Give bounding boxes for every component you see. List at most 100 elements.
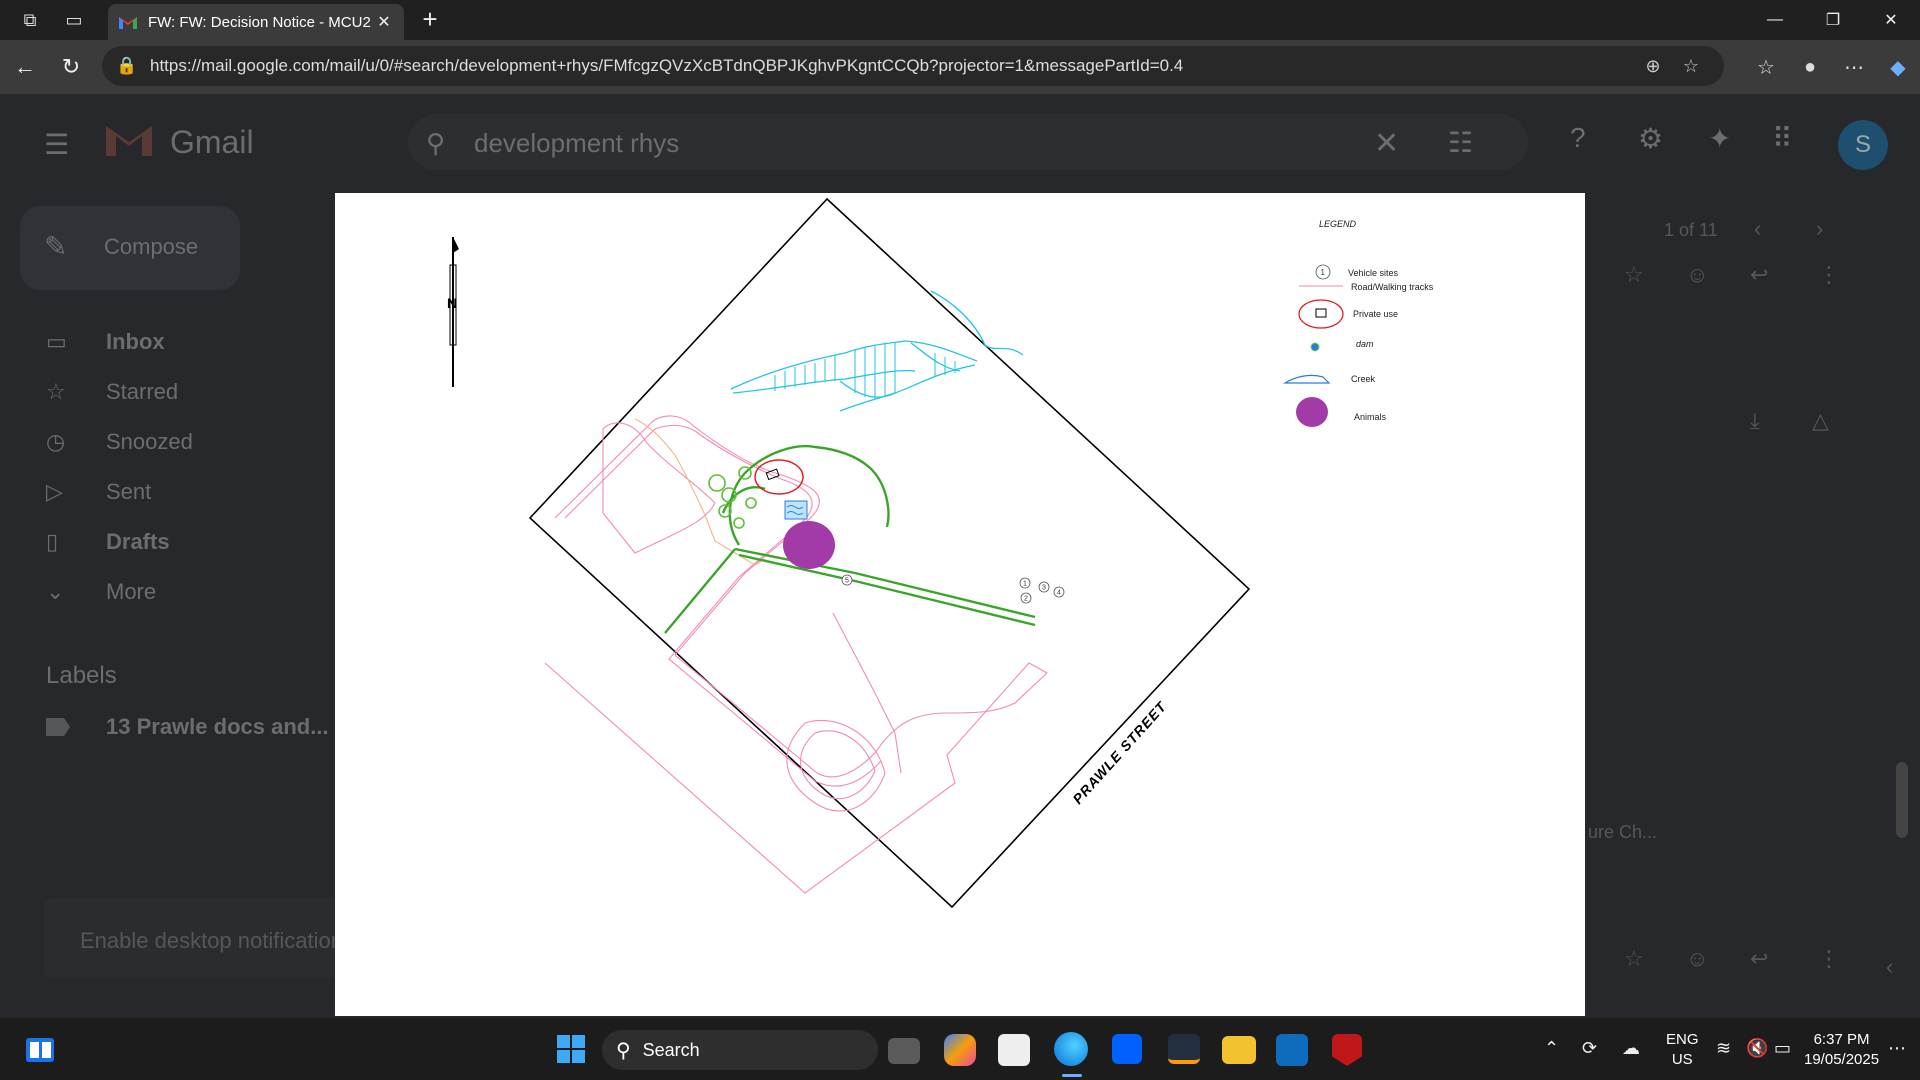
legend-vehicle-sites: Vehicle sites <box>1348 268 1399 278</box>
settings-gear-icon[interactable]: ⚙ <box>1638 122 1663 155</box>
favorite-star-icon[interactable]: ☆ <box>1672 56 1710 77</box>
north-arrow-icon <box>449 237 459 387</box>
sync-icon[interactable]: ⟳ <box>1582 1038 1597 1059</box>
profile-icon[interactable]: ● <box>1788 56 1832 79</box>
collapse-side-panel-icon[interactable]: ‹ <box>1886 954 1893 980</box>
close-tab-icon[interactable]: ✕ <box>374 12 394 32</box>
site-number: 5 <box>845 578 849 585</box>
save-to-drive-icon[interactable]: △ <box>1812 408 1829 434</box>
sidebar-item-more[interactable]: ⌄ More <box>46 572 156 612</box>
more-vert-icon[interactable]: ⋮ <box>1818 262 1840 288</box>
star-icon[interactable]: ☆ <box>1624 262 1644 288</box>
browser-toolbar: ← ↻ 🔒 https://mail.google.com/mail/u/0/#… <box>0 40 1920 94</box>
restore-icon[interactable]: ❐ <box>1804 0 1862 40</box>
show-hidden-icons-icon[interactable]: ⌃ <box>1544 1038 1559 1059</box>
label-item[interactable]: 13 Prawle docs and... <box>46 714 329 740</box>
sidebar-item-starred[interactable]: ☆ Starred <box>46 372 178 412</box>
main-menu-icon[interactable]: ☰ <box>44 128 69 161</box>
minimize-icon[interactable]: — <box>1746 0 1804 40</box>
outlook-icon[interactable] <box>1276 1034 1308 1066</box>
site-number: 3 <box>1042 585 1046 592</box>
search-options-icon[interactable]: ☷ <box>1448 126 1473 159</box>
legend-private-use-symbol <box>1298 299 1344 329</box>
label-name: 13 Prawle docs and... <box>106 714 329 739</box>
windows-start-icon[interactable] <box>555 1033 587 1065</box>
sidebar-item-inbox[interactable]: ▭ Inbox <box>46 322 165 362</box>
amazon-app-icon[interactable] <box>1168 1034 1200 1064</box>
favorites-icon[interactable]: ☆ <box>1744 55 1788 80</box>
new-tab-button[interactable]: + <box>414 4 446 36</box>
pagination-text: 1 of 11 <box>1664 220 1718 240</box>
close-window-icon[interactable]: ✕ <box>1862 0 1920 40</box>
compose-button[interactable]: ✎ Compose <box>20 206 240 290</box>
attachment-viewer-page: N 1 2 3 4 5 PRAWLE STREET LEGEND 1 Vehic… <box>335 193 1585 1016</box>
attachment-partial-text: ure Ch... <box>1588 822 1658 842</box>
draft-icon: ▯ <box>46 529 59 554</box>
scrollbar-thumb[interactable] <box>1896 762 1908 838</box>
site-number: 1 <box>1023 581 1027 588</box>
sidebar-item-sent[interactable]: ▷ Sent <box>46 472 151 512</box>
mcafee-icon[interactable] <box>1332 1034 1362 1066</box>
download-icon[interactable]: ⤓ <box>1750 408 1760 434</box>
reply-icon[interactable]: ↩ <box>1750 262 1768 288</box>
zoom-icon[interactable]: ⊕ <box>1634 56 1672 77</box>
site-info-icon[interactable]: 🔒 <box>116 56 140 76</box>
search-icon[interactable]: ⚲ <box>426 128 445 159</box>
copilot-app-icon[interactable] <box>944 1034 976 1066</box>
vehicle-site-markers: 1 2 3 4 5 <box>841 574 1065 604</box>
sidebar-item-drafts[interactable]: ▯ Drafts <box>46 522 170 562</box>
region-code: US <box>1671 1051 1693 1068</box>
address-bar[interactable]: 🔒 https://mail.google.com/mail/u/0/#sear… <box>102 46 1724 86</box>
task-view-icon[interactable] <box>888 1038 920 1064</box>
taskbar-search-label: Search <box>642 1039 700 1060</box>
apps-grid-icon[interactable]: ⠿ <box>1772 122 1793 155</box>
edge-browser-icon[interactable] <box>1054 1032 1088 1066</box>
reply-icon[interactable]: ↩ <box>1750 946 1768 972</box>
back-icon[interactable]: ← <box>2 44 48 90</box>
vertical-tabs-icon[interactable]: ▭ <box>52 0 96 40</box>
tab-gmail[interactable]: FW: FW: Decision Notice - MCU2 ✕ <box>108 4 404 40</box>
animals-area <box>783 521 835 569</box>
help-icon[interactable]: ? <box>1570 122 1586 154</box>
input-language[interactable]: ENG US <box>1666 1030 1699 1070</box>
more-options-icon[interactable]: ⋯ <box>1832 55 1876 80</box>
emoji-icon[interactable]: ☺ <box>1686 262 1708 288</box>
onedrive-icon[interactable]: ☁ <box>1622 1038 1640 1059</box>
mail-search-bar[interactable]: ⚲ development rhys ✕ ☷ <box>408 114 1528 170</box>
chevron-down-icon: ⌄ <box>46 579 65 604</box>
more-vert-icon[interactable]: ⋮ <box>1818 946 1840 972</box>
legend-title: LEGEND <box>1319 219 1357 229</box>
star-icon: ☆ <box>46 379 66 404</box>
avatar[interactable]: S <box>1838 120 1888 170</box>
taskbar-clock[interactable]: 6:37 PM 19/05/2025 <box>1804 1030 1879 1070</box>
vegetation-outline <box>664 444 1036 634</box>
sidebar-item-label: Drafts <box>106 529 170 554</box>
workspaces-icon[interactable]: ⧉ <box>8 0 52 40</box>
taskbar-search[interactable]: ⚲ Search <box>602 1030 878 1070</box>
volume-muted-icon[interactable]: 🔇 <box>1746 1038 1768 1059</box>
label-tag-icon <box>46 718 70 736</box>
desktop-notification-banner[interactable]: Enable desktop notifications <box>44 898 384 978</box>
wifi-icon[interactable]: ≋ <box>1716 1038 1731 1059</box>
compose-label: Compose <box>104 234 199 259</box>
battery-icon[interactable]: ▭ <box>1774 1038 1791 1059</box>
legend-animals-symbol <box>1296 397 1328 427</box>
next-page-icon[interactable]: › <box>1816 216 1823 242</box>
refresh-icon[interactable]: ↻ <box>48 44 94 90</box>
prev-page-icon[interactable]: ‹ <box>1754 216 1761 242</box>
site-plan-map: N 1 2 3 4 5 PRAWLE STREET LEGEND 1 Vehic… <box>447 197 1434 909</box>
sidebar-item-snoozed[interactable]: ◷ Snoozed <box>46 422 193 462</box>
clear-search-icon[interactable]: ✕ <box>1374 126 1399 161</box>
sidebar-item-label: More <box>106 579 157 604</box>
sidebar-item-label: Inbox <box>106 329 165 354</box>
gemini-sparkle-icon[interactable]: ✦ <box>1708 122 1731 155</box>
notifications-icon[interactable]: ⋯ <box>1888 1038 1906 1059</box>
widgets-icon[interactable] <box>24 1034 56 1066</box>
file-explorer-icon[interactable] <box>1222 1036 1256 1064</box>
dropbox-icon[interactable] <box>1112 1034 1142 1064</box>
microsoft-store-icon[interactable] <box>998 1034 1030 1066</box>
star-icon[interactable]: ☆ <box>1624 946 1644 972</box>
emoji-icon[interactable]: ☺ <box>1686 946 1708 972</box>
copilot-icon[interactable]: ◆ <box>1876 55 1920 80</box>
north-label: N <box>447 295 457 311</box>
